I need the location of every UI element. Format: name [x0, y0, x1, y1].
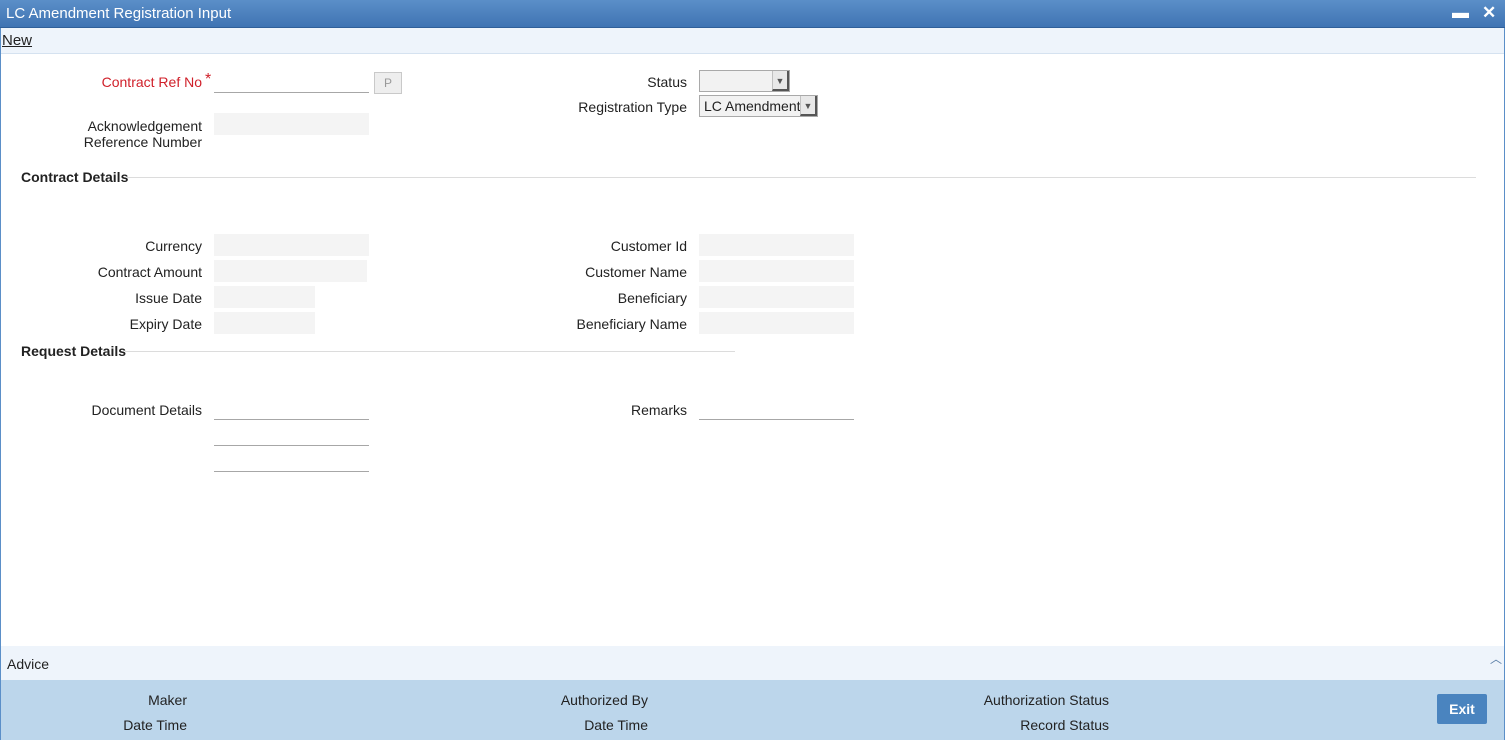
contract-ref-input[interactable]	[214, 71, 369, 93]
authorized-by-label: Authorized By	[560, 692, 648, 708]
contract-details-heading: Contract Details	[21, 169, 129, 185]
beneficiary-input[interactable]	[699, 286, 854, 308]
maker-date-time-label: Date Time	[123, 717, 187, 733]
document-details-input-2[interactable]	[214, 424, 369, 446]
customer-name-label: Customer Name	[585, 264, 687, 280]
menu-bar: New	[0, 28, 1505, 54]
section-divider	[127, 177, 1476, 178]
customer-id-input[interactable]	[699, 234, 854, 256]
document-details-input-3[interactable]	[214, 450, 369, 472]
remarks-input[interactable]	[699, 398, 854, 420]
checker-date-time-label: Date Time	[584, 717, 648, 733]
currency-label: Currency	[145, 238, 202, 254]
issue-date-input[interactable]	[214, 286, 315, 308]
expiry-date-input[interactable]	[214, 312, 315, 334]
registration-type-select[interactable]: LC Amendment ▼	[699, 95, 818, 117]
p-button[interactable]: P	[374, 72, 402, 94]
minimize-icon[interactable]: ▬	[1452, 3, 1469, 23]
contract-amount-input[interactable]	[214, 260, 367, 282]
expiry-date-label: Expiry Date	[129, 316, 202, 332]
registration-type-label: Registration Type	[578, 99, 687, 115]
document-details-label: Document Details	[91, 402, 203, 418]
ack-ref-label: Acknowledgement Reference Number	[83, 118, 202, 150]
new-link[interactable]: New	[2, 32, 32, 49]
advice-bar: Advice ︿	[1, 646, 1504, 680]
customer-name-input[interactable]	[699, 260, 854, 282]
document-details-input-1[interactable]	[214, 398, 369, 420]
audit-footer: Maker Date Time Authorized By Date Time …	[1, 680, 1504, 740]
request-details-heading: Request Details	[21, 343, 127, 359]
close-icon[interactable]: ✕	[1482, 3, 1496, 23]
registration-type-value: LC Amendment	[704, 98, 801, 114]
required-asterisk: *	[205, 71, 212, 88]
status-label: Status	[647, 74, 687, 90]
advice-link[interactable]: Advice	[7, 656, 49, 672]
chevron-down-icon: ▼	[800, 96, 817, 116]
beneficiary-name-input[interactable]	[699, 312, 854, 334]
customer-id-label: Customer Id	[610, 238, 687, 254]
issue-date-label: Issue Date	[135, 290, 202, 306]
contract-amount-label: Contract Amount	[97, 264, 202, 280]
currency-input[interactable]	[214, 234, 369, 256]
status-select[interactable]: ▼	[699, 70, 790, 92]
exit-button[interactable]: Exit	[1437, 694, 1487, 724]
beneficiary-name-label: Beneficiary Name	[576, 316, 688, 332]
section-divider	[125, 351, 735, 352]
window-titlebar: LC Amendment Registration Input ▬ ✕	[0, 0, 1505, 28]
window-title: LC Amendment Registration Input	[6, 5, 232, 22]
chevron-down-icon: ▼	[772, 71, 789, 91]
contract-ref-label: Contract Ref No	[101, 74, 202, 90]
beneficiary-label: Beneficiary	[617, 290, 687, 306]
chevron-up-icon[interactable]: ︿	[1490, 650, 1502, 667]
maker-label: Maker	[148, 692, 187, 708]
remarks-label: Remarks	[630, 402, 687, 418]
record-status-label: Record Status	[1020, 717, 1109, 733]
authorization-status-label: Authorization Status	[983, 692, 1109, 708]
ack-ref-input[interactable]	[214, 113, 369, 135]
